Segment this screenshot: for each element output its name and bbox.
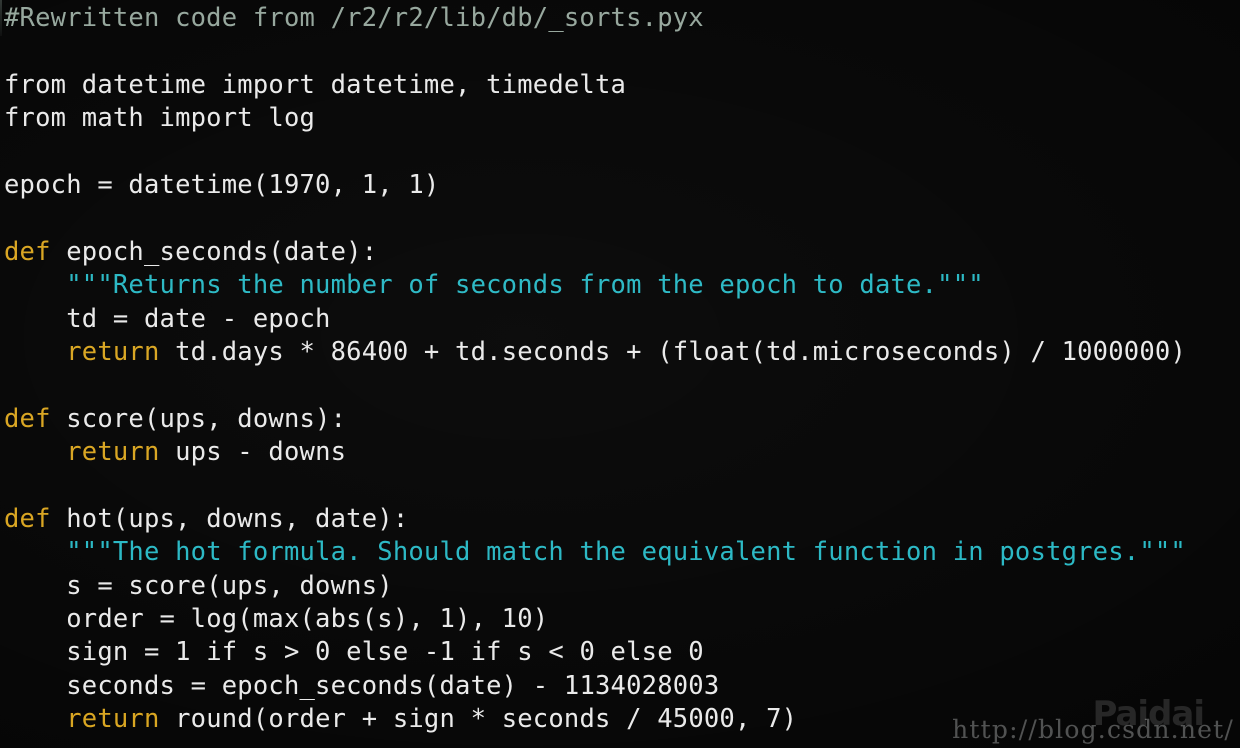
code-token-plain: hot(ups, downs, date): <box>50 503 409 534</box>
code-line: """Returns the number of seconds from th… <box>4 269 1240 302</box>
code-token-docstring: """The hot formula. Should match the equ… <box>66 537 1186 568</box>
code-token-plain: seconds = epoch_seconds(date) - 11340280… <box>66 670 720 701</box>
code-token-keyword: return <box>66 704 160 735</box>
code-line: return ups - downs <box>4 436 1240 469</box>
code-token-keyword: def <box>4 503 51 534</box>
code-token-comment: #Rewritten code from /r2/r2/lib/db/_sort… <box>4 3 704 33</box>
code-line: return round(order + sign * seconds / 45… <box>4 703 1240 736</box>
code-line: order = log(max(abs(s), 1), 10) <box>4 603 1240 636</box>
code-token-plain: ups - downs <box>159 437 347 468</box>
code-line: def hot(ups, downs, date): <box>4 503 1240 536</box>
code-token-keyword: def <box>4 236 51 267</box>
code-token-docstring: """Returns the number of seconds from th… <box>66 270 984 301</box>
code-token-plain: from datetime import datetime, timedelta <box>4 69 627 100</box>
code-token-keyword: return <box>66 336 160 367</box>
code-token-plain: epoch_seconds(date): <box>50 236 378 267</box>
code-token-keyword: def <box>4 403 51 434</box>
code-token-plain: score(ups, downs): <box>50 403 347 434</box>
code-token-plain: td.days * 86400 + td.seconds + (float(td… <box>159 336 1186 367</box>
code-line: from datetime import datetime, timedelta <box>4 69 1240 102</box>
code-content: #Rewritten code from /r2/r2/lib/db/_sort… <box>0 0 1240 737</box>
code-line: epoch = datetime(1970, 1, 1) <box>4 169 1240 202</box>
code-line: def score(ups, downs): <box>4 403 1240 436</box>
code-token-plain: s = score(ups, downs) <box>66 570 393 601</box>
code-token-plain: sign = 1 if s > 0 else -1 if s < 0 else … <box>66 637 704 668</box>
code-line: seconds = epoch_seconds(date) - 11340280… <box>4 670 1240 703</box>
code-token-plain: td = date - epoch <box>66 303 331 334</box>
code-token-keyword: return <box>66 437 160 468</box>
code-token-plain: epoch = datetime(1970, 1, 1) <box>4 169 440 200</box>
code-viewer: #Rewritten code from /r2/r2/lib/db/_sort… <box>0 0 1240 748</box>
code-line: return td.days * 86400 + td.seconds + (f… <box>4 336 1240 369</box>
code-line: td = date - epoch <box>4 303 1240 336</box>
code-line: def epoch_seconds(date): <box>4 236 1240 269</box>
code-token-plain: order = log(max(abs(s), 1), 10) <box>66 604 549 635</box>
code-line: from math import log <box>4 102 1240 135</box>
code-line: s = score(ups, downs) <box>4 570 1240 603</box>
code-token-plain: round(order + sign * seconds / 45000, 7) <box>159 704 798 735</box>
code-token-plain: from math import log <box>4 103 316 134</box>
code-line: sign = 1 if s > 0 else -1 if s < 0 else … <box>4 636 1240 669</box>
gutter-edge-line <box>0 0 2 36</box>
code-line: """The hot formula. Should match the equ… <box>4 536 1240 569</box>
code-line: #Rewritten code from /r2/r2/lib/db/_sort… <box>4 2 1240 35</box>
